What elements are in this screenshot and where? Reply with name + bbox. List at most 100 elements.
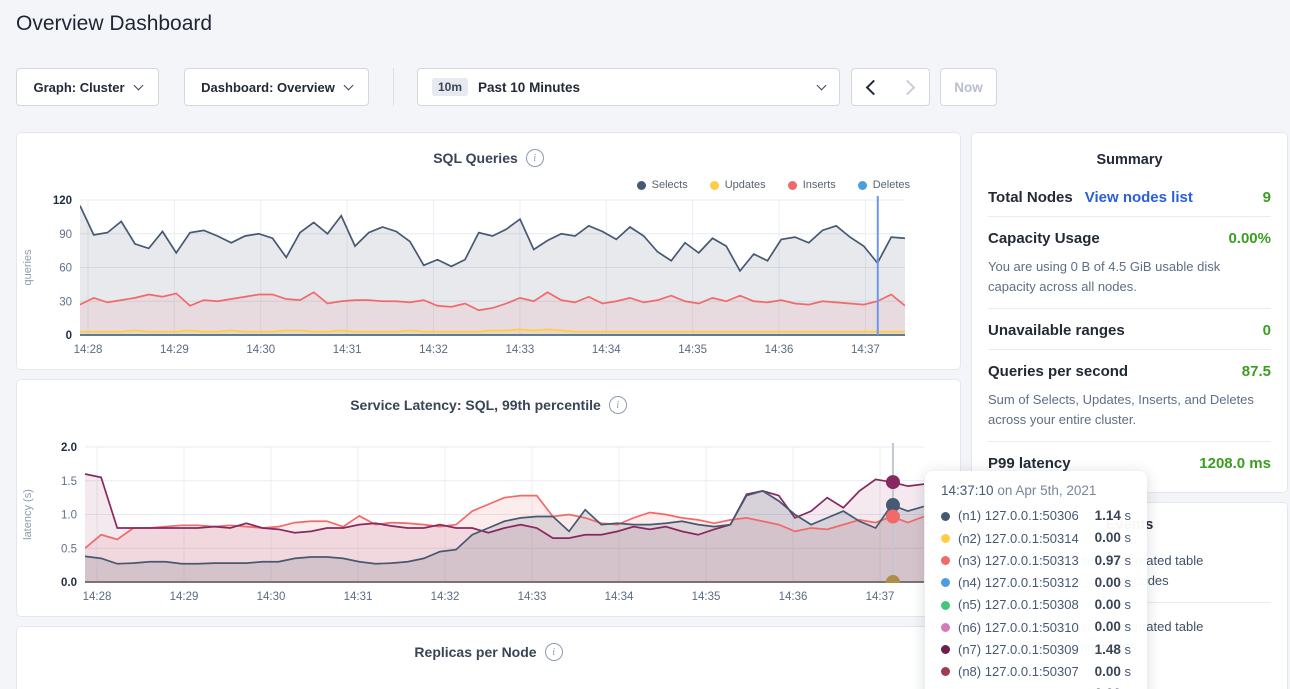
prev-interval-button[interactable] xyxy=(851,68,891,106)
tooltip-node-name: (n1) 127.0.0.1:50306 xyxy=(958,505,1079,526)
tooltip-node-name: (n6) 127.0.0.1:50310 xyxy=(958,617,1079,638)
svg-text:latency (s): latency (s) xyxy=(22,489,34,540)
capacity-usage-desc: You are using 0 B of 4.5 GiB usable disk… xyxy=(988,257,1271,308)
tooltip-node-value: 0.00 s xyxy=(1095,572,1131,594)
view-nodes-link[interactable]: View nodes list xyxy=(1085,189,1193,206)
series-color-dot-icon xyxy=(710,181,719,190)
svg-text:14:33: 14:33 xyxy=(518,591,547,603)
svg-text:14:29: 14:29 xyxy=(160,344,189,356)
svg-text:2.0: 2.0 xyxy=(61,442,77,454)
svg-text:14:34: 14:34 xyxy=(592,344,621,356)
svg-text:0: 0 xyxy=(66,330,72,342)
capacity-usage-value: 0.00% xyxy=(1228,230,1271,247)
total-nodes-label: Total Nodes xyxy=(988,189,1073,206)
time-range-dropdown[interactable]: 10m Past 10 Minutes xyxy=(417,68,840,106)
service-latency-chart[interactable]: 14:2814:2914:3014:3114:3214:3314:3414:35… xyxy=(17,440,960,617)
tooltip-node-value: 0.00 s xyxy=(1095,527,1131,549)
sql-queries-legend: Selects Updates Inserts Deletes xyxy=(637,179,910,191)
overview-dashboard-page: Overview Dashboard Graph: Cluster Dashbo… xyxy=(0,0,1290,689)
tooltip-row: (n7) 127.0.0.1:503091.48 s xyxy=(941,639,1131,661)
tooltip-node-name: (n3) 127.0.0.1:50313 xyxy=(958,550,1079,571)
tooltip-node-value: 0.00 s xyxy=(1095,616,1131,638)
page-title: Overview Dashboard xyxy=(16,12,212,36)
svg-text:14:35: 14:35 xyxy=(692,591,721,603)
dashboard-dropdown-label: Dashboard: Overview xyxy=(201,80,335,95)
svg-text:14:34: 14:34 xyxy=(605,591,634,603)
tooltip-row: (n3) 127.0.0.1:50313 0.97 s xyxy=(941,550,1131,572)
series-color-dot-icon xyxy=(941,534,950,543)
tooltip-node-value: 0.00 s xyxy=(1095,683,1131,689)
svg-text:14:33: 14:33 xyxy=(505,344,534,356)
capacity-usage-label: Capacity Usage xyxy=(988,230,1100,247)
legend-item[interactable]: Selects xyxy=(637,179,688,191)
tooltip-row: (n9) 127.0.0.1:50311 0.00 s xyxy=(941,683,1131,689)
info-icon[interactable]: i xyxy=(526,149,544,167)
qps-value: 87.5 xyxy=(1242,363,1271,380)
time-range-label: Past 10 Minutes xyxy=(478,80,580,95)
tooltip-rows: (n1) 127.0.0.1:503061.14 s(n2) 127.0.0.1… xyxy=(941,505,1131,689)
tooltip-node-value: 0.97 s xyxy=(1095,550,1131,572)
qps-desc: Sum of Selects, Updates, Inserts, and De… xyxy=(988,390,1271,441)
tooltip-row: (n1) 127.0.0.1:50306 1.14 s xyxy=(941,505,1131,527)
svg-text:30: 30 xyxy=(59,296,72,308)
unavailable-ranges-label: Unavailable ranges xyxy=(988,322,1125,339)
svg-text:14:30: 14:30 xyxy=(246,344,275,356)
tooltip-node-name: (n9) 127.0.0.1:50311 xyxy=(958,684,1078,689)
tooltip-node-value: 0.00 s xyxy=(1095,594,1131,616)
svg-text:14:29: 14:29 xyxy=(170,591,199,603)
tooltip-node-name: (n8) 127.0.0.1:50307 xyxy=(958,661,1079,682)
svg-text:14:31: 14:31 xyxy=(344,591,373,603)
svg-text:14:36: 14:36 xyxy=(779,591,808,603)
tooltip-node-name: (n5) 127.0.0.1:50308 xyxy=(958,594,1079,615)
chart-tooltip: 14:37:10 on Apr 5th, 2021 (n1) 127.0.0.1… xyxy=(925,471,1147,689)
svg-text:14:30: 14:30 xyxy=(257,591,286,603)
controls-divider xyxy=(393,68,394,106)
svg-text:14:37: 14:37 xyxy=(851,344,880,356)
tooltip-row: (n2) 127.0.0.1:50314 0.00 s xyxy=(941,527,1131,549)
svg-text:14:31: 14:31 xyxy=(333,344,362,356)
tooltip-time: 14:37:10 xyxy=(941,483,994,498)
svg-text:1.5: 1.5 xyxy=(61,476,77,488)
summary-unavailable-row: Unavailable ranges 0 xyxy=(988,309,1271,349)
tooltip-node-name: (n7) 127.0.0.1:50309 xyxy=(958,639,1079,660)
legend-item[interactable]: Deletes xyxy=(858,179,910,191)
legend-label: Selects xyxy=(652,179,688,191)
svg-text:14:32: 14:32 xyxy=(431,591,460,603)
graph-dropdown-label: Graph: Cluster xyxy=(33,80,124,95)
chevron-right-icon xyxy=(900,79,916,95)
svg-text:60: 60 xyxy=(59,263,72,275)
svg-text:1.0: 1.0 xyxy=(61,510,77,522)
service-latency-panel: Service Latency: SQL, 99th percentile i … xyxy=(16,379,961,617)
series-color-dot-icon xyxy=(788,181,797,190)
sql-queries-title: SQL Queries xyxy=(433,150,518,166)
sql-queries-chart[interactable]: 14:28 14:29 14:30 14:31 14:32 14:33 14:34 14:35… xyxy=(17,193,960,370)
graph-dropdown[interactable]: Graph: Cluster xyxy=(16,68,159,106)
dashboard-dropdown[interactable]: Dashboard: Overview xyxy=(184,68,369,106)
svg-text:14:35: 14:35 xyxy=(678,344,707,356)
series-color-dot-icon xyxy=(941,645,950,654)
tooltip-row: (n4) 127.0.0.1:503120.00 s xyxy=(941,572,1131,594)
p99-latency-value: 1208.0 ms xyxy=(1199,455,1271,472)
tooltip-node-name: (n2) 127.0.0.1:50314 xyxy=(958,528,1079,549)
svg-text:14:36: 14:36 xyxy=(765,344,794,356)
chevron-left-icon xyxy=(865,79,881,95)
legend-item[interactable]: Updates xyxy=(710,179,766,191)
series-color-dot-icon xyxy=(941,556,950,565)
tooltip-node-value: 1.14 s xyxy=(1095,505,1131,527)
info-icon[interactable]: i xyxy=(609,396,627,414)
series-color-dot-icon xyxy=(941,667,950,676)
svg-text:14:32: 14:32 xyxy=(419,344,448,356)
svg-text:14:28: 14:28 xyxy=(74,344,103,356)
next-interval-button[interactable] xyxy=(890,68,930,106)
unavailable-ranges-value: 0 xyxy=(1263,322,1271,339)
tooltip-node-value: 0.00 s xyxy=(1095,661,1131,683)
legend-label: Inserts xyxy=(803,179,836,191)
info-icon[interactable]: i xyxy=(545,643,563,661)
series-color-dot-icon xyxy=(941,623,950,632)
svg-text:14:37: 14:37 xyxy=(866,591,895,603)
now-button[interactable]: Now xyxy=(940,68,997,106)
legend-item[interactable]: Inserts xyxy=(788,179,836,191)
series-color-dot-icon xyxy=(637,181,646,190)
svg-text:120: 120 xyxy=(53,195,72,207)
chevron-down-icon xyxy=(817,81,827,91)
